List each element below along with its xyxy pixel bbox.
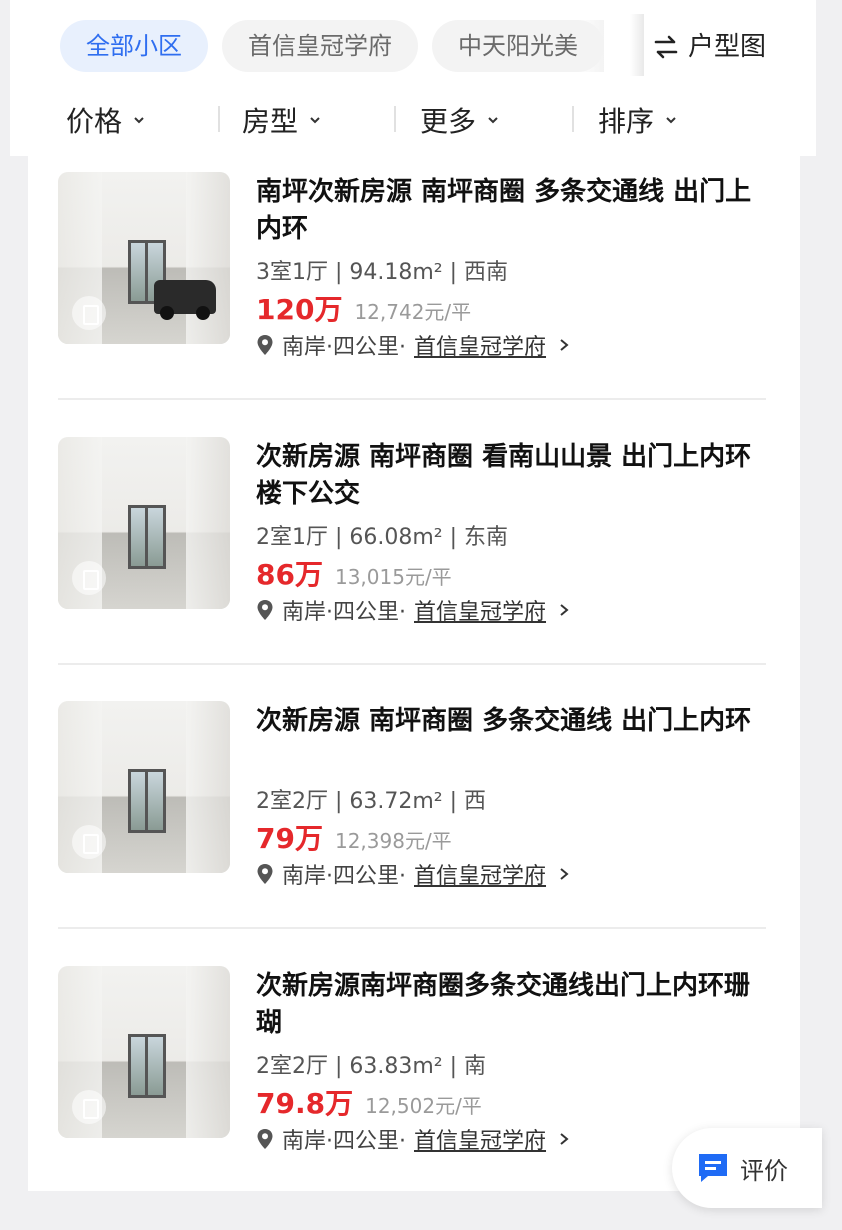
vr-badge-icon [72,825,106,859]
location-pin-icon [257,864,273,884]
listing-card[interactable]: 次新房源南坪商圈多条交通线出门上内环珊瑚 2室2厅 | 63.83m² | 南 … [58,966,768,1230]
location-area: 南岸·四公里· [282,1129,406,1154]
listing-photo[interactable] [58,966,230,1138]
filter-divider [218,106,220,132]
total-price: 79.8万 [256,1087,354,1120]
location-row[interactable]: 南岸·四公里· 首信皇冠学府 [256,1124,570,1154]
chip-community-shouxin[interactable]: 首信皇冠学府 [222,20,418,72]
vr-badge-icon [72,296,106,330]
listing-specs: 2室1厅 | 66.08m² | 东南 [256,525,509,550]
filter-divider [394,106,396,132]
location-row[interactable]: 南岸·四公里· 首信皇冠学府 [256,595,570,625]
unit-price: 12,502元/平 [365,1094,482,1118]
filter-more[interactable]: 更多 [420,96,500,144]
listing-specs: 2室2厅 | 63.83m² | 南 [256,1054,487,1079]
chevron-right-icon [560,868,569,880]
photo-toy-car [154,280,216,320]
card-divider [58,398,766,400]
price-row: 86万 13,015元/平 [256,553,452,593]
floor-plan-label: 户型图 [688,32,767,62]
listing-card[interactable]: 南坪次新房源 南坪商圈 多条交通线 出门上内环 3室1厅 | 94.18m² |… [58,172,768,436]
listing-card[interactable]: 次新房源 南坪商圈 多条交通线 出门上内环 2室2厅 | 63.72m² | 西… [58,701,768,965]
vr-badge-icon [72,561,106,595]
location-pin-icon [257,600,273,620]
filter-room-type[interactable]: 房型 [242,96,322,144]
community-chip-bar[interactable]: 全部小区 首信皇冠学府 中天阳光美 [60,20,640,74]
filter-price[interactable]: 价格 [66,96,146,144]
filter-sort[interactable]: 排序 [598,96,678,144]
chevron-down-icon [310,117,320,124]
photo-window [128,505,166,569]
location-pin-icon [257,1129,273,1149]
listing-title: 次新房源南坪商圈多条交通线出门上内环珊瑚 [256,971,751,1038]
filter-more-label: 更多 [420,105,477,138]
price-row: 79万 12,398元/平 [256,817,452,857]
comment-icon [699,1154,727,1182]
chip-all-communities[interactable]: 全部小区 [60,20,208,72]
review-label: 评价 [740,1156,788,1185]
photo-window [128,1034,166,1098]
photo-wall [186,966,230,1138]
filter-bar: 价格 房型 更多 排序 [10,96,816,144]
listing-specs: 2室2厅 | 63.72m² | 西 [256,789,487,814]
listing-card[interactable]: 次新房源 南坪商圈 看南山山景 出门上内环 楼下公交 2室1厅 | 66.08m… [58,437,768,701]
unit-price: 12,398元/平 [334,829,452,853]
photo-window [128,769,166,833]
review-button[interactable]: 评价 [672,1128,822,1208]
photo-wall [186,172,230,344]
listing-photo[interactable] [58,437,230,609]
filter-divider [572,106,574,132]
chevron-right-icon [560,339,569,351]
location-area: 南岸·四公里· [282,600,406,625]
photo-wall [186,701,230,873]
community-link[interactable]: 首信皇冠学府 [414,858,546,890]
card-divider [58,927,766,929]
location-area: 南岸·四公里· [282,335,406,360]
listing-specs: 3室1厅 | 94.18m² | 西南 [256,260,509,285]
unit-price: 13,015元/平 [334,565,452,589]
community-link[interactable]: 首信皇冠学府 [414,329,546,361]
total-price: 86万 [256,558,323,591]
listing-title: 南坪次新房源 南坪商圈 多条交通线 出门上内环 [256,177,752,244]
chevron-right-icon [560,1133,569,1145]
photo-wall [186,437,230,609]
total-price: 79万 [256,822,323,855]
chevron-down-icon [666,117,676,124]
price-row: 79.8万 12,502元/平 [256,1082,482,1122]
listing-photo[interactable] [58,701,230,873]
community-link[interactable]: 首信皇冠学府 [414,1123,546,1155]
filter-room-type-label: 房型 [242,105,299,138]
price-row: 120万 12,742元/平 [256,288,471,328]
filter-header: 全部小区 首信皇冠学府 中天阳光美 户型图 价格 房型 更多 排序 [10,0,816,156]
filter-sort-label: 排序 [598,105,655,138]
chip-scroll-fade [630,14,644,76]
filter-price-label: 价格 [66,105,123,138]
location-area: 南岸·四公里· [282,864,406,889]
chevron-down-icon [134,117,144,124]
swap-icon [654,35,678,59]
total-price: 120万 [256,293,343,326]
card-divider [58,663,766,665]
listing-photo[interactable] [58,172,230,344]
chevron-down-icon [488,117,498,124]
chevron-right-icon [560,604,569,616]
location-row[interactable]: 南岸·四公里· 首信皇冠学府 [256,330,570,360]
location-row[interactable]: 南岸·四公里· 首信皇冠学府 [256,859,570,889]
floor-plan-button[interactable]: 户型图 [652,22,766,72]
unit-price: 12,742元/平 [354,300,472,324]
listing-title: 次新房源 南坪商圈 看南山山景 出门上内环 楼下公交 [256,442,752,509]
location-pin-icon [257,335,273,355]
community-link[interactable]: 首信皇冠学府 [414,594,546,626]
vr-badge-icon [72,1090,106,1124]
listing-title: 次新房源 南坪商圈 多条交通线 出门上内环 [256,706,752,736]
chip-community-zhongtian[interactable]: 中天阳光美 [432,20,604,72]
